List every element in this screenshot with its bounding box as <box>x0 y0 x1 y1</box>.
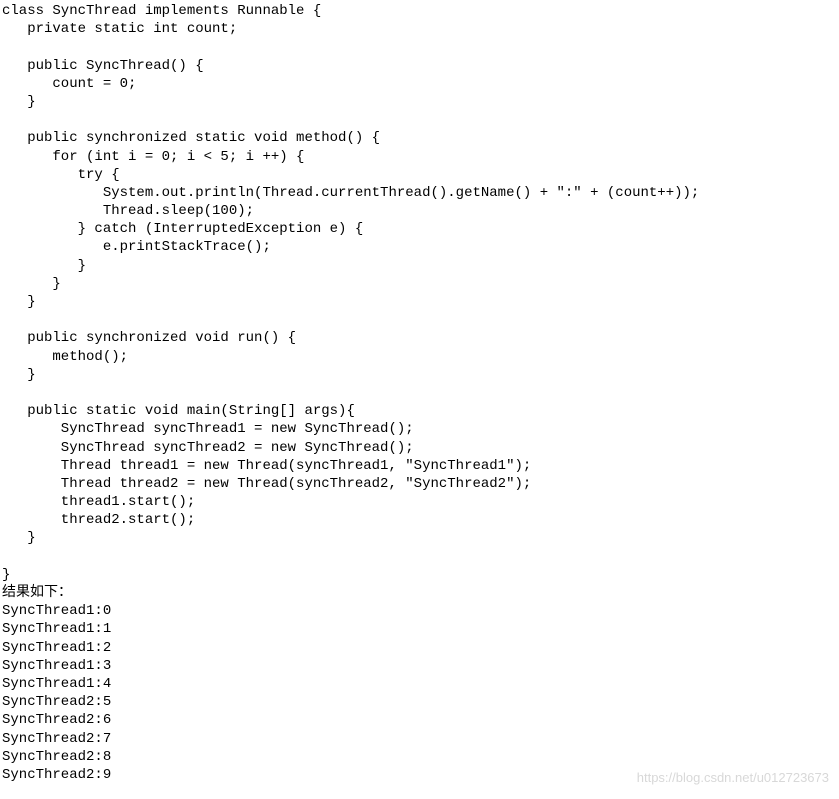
output-block: 结果如下： SyncThread1:0 SyncThread1:1 SyncTh… <box>0 584 839 784</box>
code-block: class SyncThread implements Runnable { p… <box>0 0 839 584</box>
